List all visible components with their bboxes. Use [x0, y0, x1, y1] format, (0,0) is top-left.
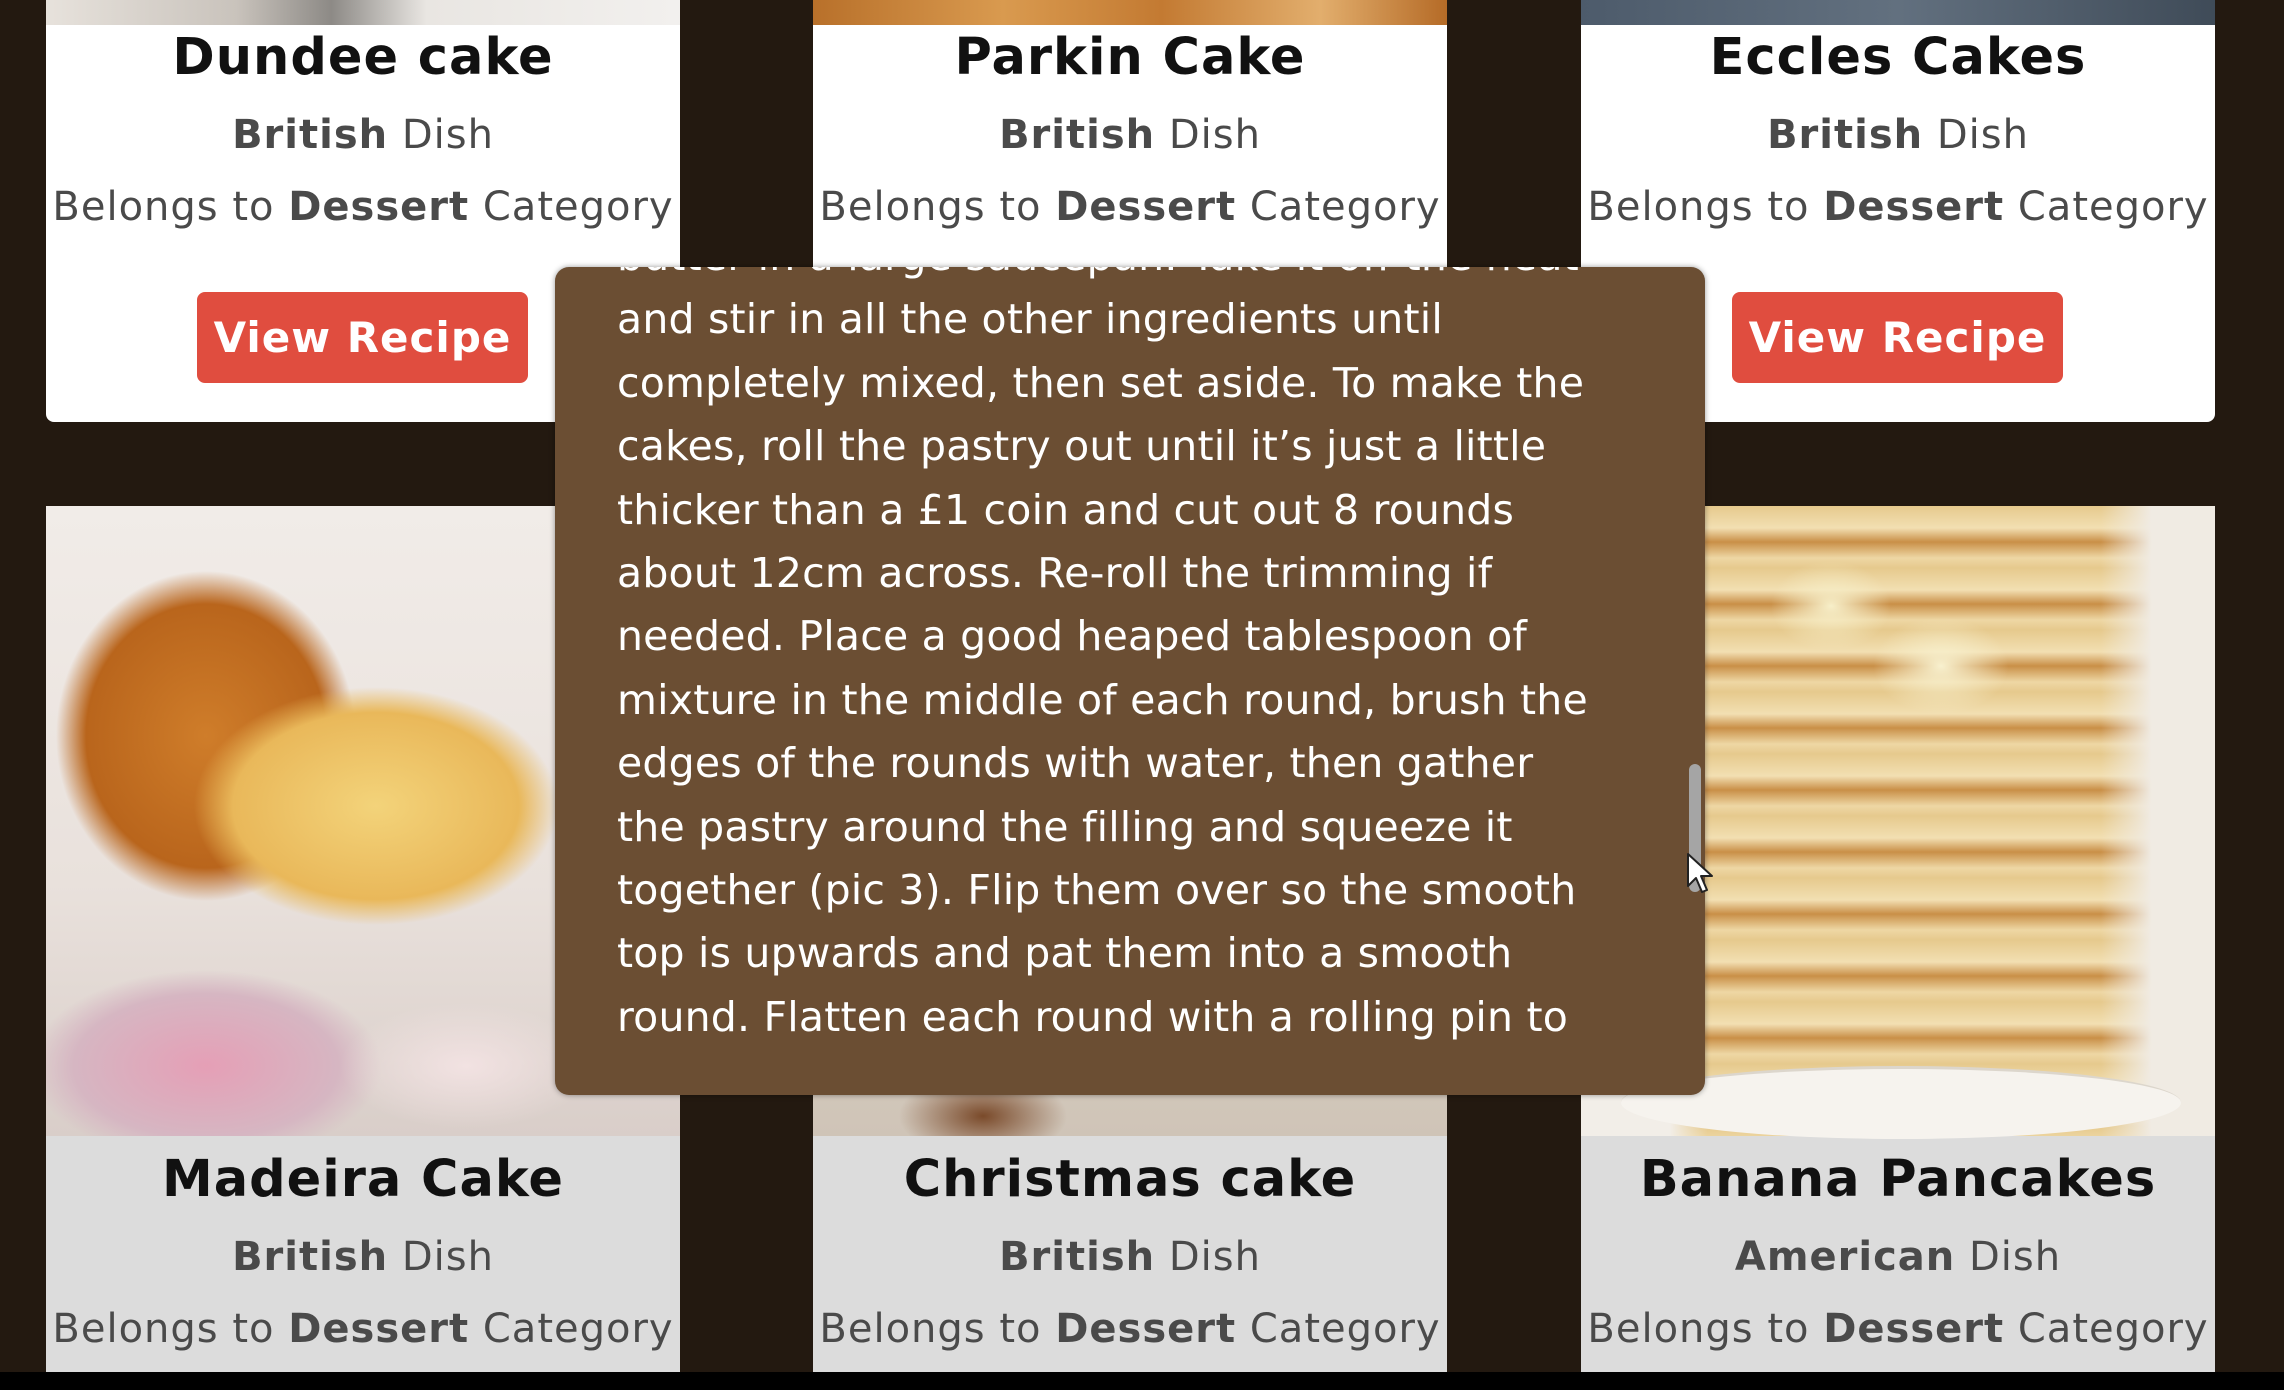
category-suffix: Category — [2017, 184, 2209, 230]
view-recipe-button[interactable]: View Recipe — [1732, 292, 2063, 383]
instruction-line: mixture in the middle of each round, bru… — [617, 675, 1588, 724]
recipe-instructions-modal[interactable]: butter in a large saucepan. Take it off … — [555, 267, 1705, 1095]
category-suffix: Category — [2017, 1306, 2209, 1352]
instruction-line: cakes, roll the pastry out until it’s ju… — [617, 422, 1547, 471]
instruction-line: edges of the rounds with water, then gat… — [617, 739, 1534, 788]
category-suffix: Category — [482, 184, 674, 230]
category-prefix: Belongs to — [1587, 1306, 1810, 1352]
category-prefix: Belongs to — [819, 184, 1042, 230]
recipe-title: Banana Pancakes — [1639, 1150, 2157, 1209]
instruction-line: together (pic 3). Flip them over so the … — [617, 866, 1577, 915]
recipe-category: Belongs to Dessert Category — [46, 184, 680, 230]
origin-suffix: Dish — [1168, 112, 1261, 158]
instruction-line: needed. Place a good heaped tablespoon o… — [617, 612, 1527, 661]
origin-suffix: Dish — [1969, 1234, 2062, 1280]
category-name: Dessert — [1055, 1306, 1237, 1352]
category-prefix: Belongs to — [52, 184, 275, 230]
origin-name: American — [1734, 1234, 1956, 1280]
view-recipe-button[interactable]: View Recipe — [197, 292, 528, 383]
recipe-origin: British Dish — [813, 112, 1447, 158]
instruction-line: top is upwards and pat them into a smoot… — [617, 929, 1513, 978]
instruction-line: completely mixed, then set aside. To mak… — [617, 358, 1585, 407]
category-suffix: Category — [1249, 184, 1441, 230]
origin-name: British — [999, 1234, 1156, 1280]
recipe-photo — [1581, 0, 2215, 25]
arrow-cursor-icon — [1687, 853, 1713, 893]
category-suffix: Category — [1249, 1306, 1441, 1352]
recipe-category: Belongs to Dessert Category — [813, 1306, 1447, 1352]
recipe-instructions-text: butter in a large saucepan. Take it off … — [617, 267, 1657, 1049]
category-name: Dessert — [1823, 1306, 2005, 1352]
category-name: Dessert — [288, 1306, 470, 1352]
recipe-category: Belongs to Dessert Category — [1581, 1306, 2215, 1352]
recipe-category: Belongs to Dessert Category — [1581, 184, 2215, 230]
instruction-line: butter in a large saucepan. Take it off … — [617, 267, 1657, 288]
category-name: Dessert — [1055, 184, 1237, 230]
origin-suffix: Dish — [1936, 112, 2029, 158]
instruction-line: round. Flatten each round with a rolling… — [617, 992, 1568, 1041]
origin-suffix: Dish — [1168, 1234, 1261, 1280]
recipe-origin: British Dish — [46, 112, 680, 158]
instruction-line: the pastry around the filling and squeez… — [617, 802, 1513, 851]
recipe-title: Eccles Cakes — [1709, 28, 2087, 87]
origin-name: British — [999, 112, 1156, 158]
recipe-title: Parkin Cake — [954, 28, 1306, 87]
bottom-bar — [0, 1372, 2284, 1390]
recipe-category: Belongs to Dessert Category — [46, 1306, 680, 1352]
category-prefix: Belongs to — [819, 1306, 1042, 1352]
category-prefix: Belongs to — [1587, 184, 1810, 230]
recipe-origin: British Dish — [1581, 112, 2215, 158]
recipe-origin: British Dish — [46, 1234, 680, 1280]
origin-name: British — [232, 1234, 389, 1280]
origin-suffix: Dish — [401, 112, 494, 158]
recipe-photo — [813, 0, 1447, 25]
origin-name: British — [1767, 112, 1924, 158]
recipe-title: Madeira Cake — [161, 1150, 565, 1209]
category-name: Dessert — [1823, 184, 2005, 230]
category-name: Dessert — [288, 184, 470, 230]
origin-suffix: Dish — [401, 1234, 494, 1280]
recipe-title: Christmas cake — [903, 1150, 1357, 1209]
category-suffix: Category — [482, 1306, 674, 1352]
recipe-title: Dundee cake — [172, 28, 554, 87]
category-prefix: Belongs to — [52, 1306, 275, 1352]
recipe-category: Belongs to Dessert Category — [813, 184, 1447, 230]
recipe-photo — [46, 0, 680, 25]
recipe-origin: British Dish — [813, 1234, 1447, 1280]
origin-name: British — [232, 112, 389, 158]
recipe-origin: American Dish — [1581, 1234, 2215, 1280]
plate-shape — [1621, 1066, 2181, 1139]
instruction-line: about 12cm across. Re-roll the trimming … — [617, 549, 1493, 598]
instruction-line: and stir in all the other ingredients un… — [617, 295, 1443, 344]
modal-scrollbar[interactable] — [1685, 267, 1705, 1095]
instruction-line: thicker than a £1 coin and cut out 8 rou… — [617, 485, 1515, 534]
